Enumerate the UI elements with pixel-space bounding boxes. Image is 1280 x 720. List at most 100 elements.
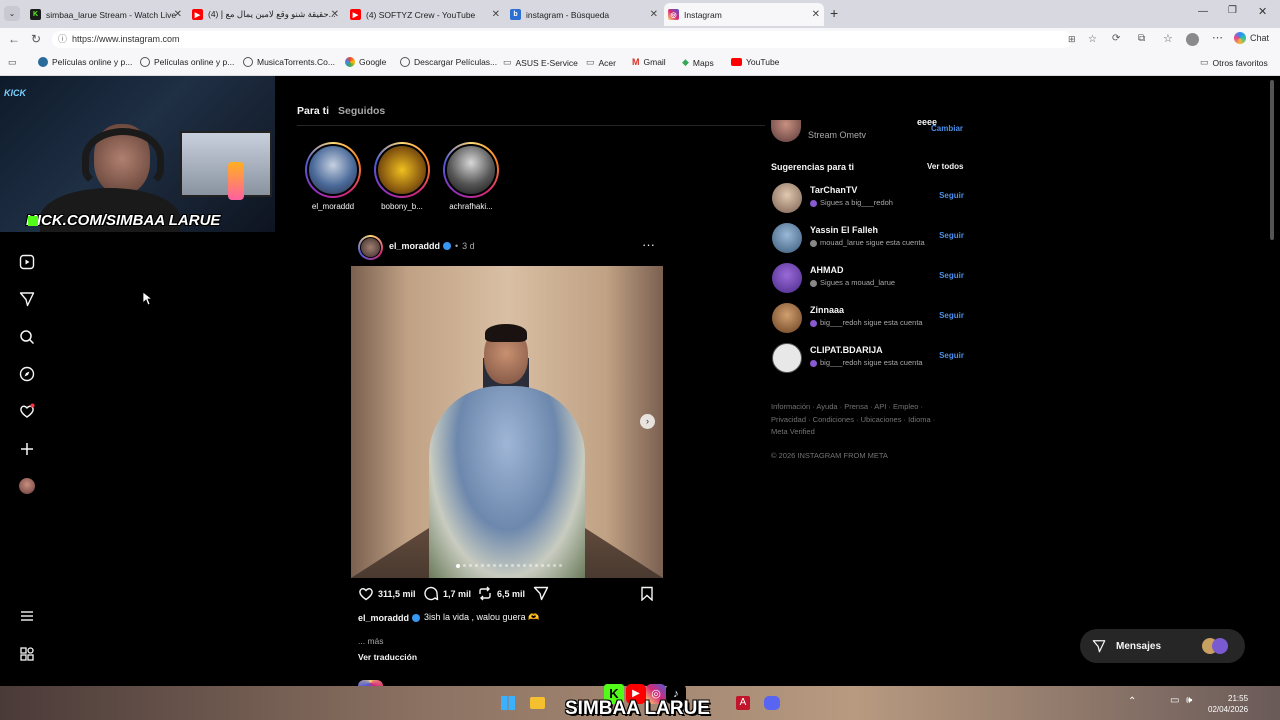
close-icon[interactable]: ✕ [812,9,820,20]
suggestion-name[interactable]: TarChanTV [810,185,857,195]
reels-icon[interactable] [19,254,35,270]
story-item[interactable]: achrafhaki... [441,142,501,211]
see-all-link[interactable]: Ver todos [927,162,963,171]
direct-icon[interactable] [19,291,35,307]
follow-button[interactable]: Seguir [939,351,964,360]
carousel-next-button[interactable]: › [640,414,655,429]
current-user-avatar[interactable] [771,120,801,142]
follow-button[interactable]: Seguir [939,191,964,200]
story-item[interactable]: el_moraddd [303,142,363,211]
extension-icon[interactable]: ⟳ [1112,33,1120,44]
close-window-button[interactable]: ✕ [1258,5,1267,18]
suggestion-name[interactable]: Yassin El Falleh [810,225,878,235]
file-explorer-icon[interactable] [530,697,545,709]
post-image[interactable] [351,266,663,578]
favorites-icon[interactable]: ☆ [1163,32,1173,45]
comment-button[interactable]: 1,7 mil [423,586,471,601]
new-tab-button[interactable]: + [830,5,838,21]
discord-icon[interactable] [764,696,780,710]
bookmark-icon-btn[interactable]: ▭ [8,57,17,68]
bookmark-item[interactable]: YouTube [731,57,779,67]
post-author-name[interactable]: el_moraddd • 3 d [389,241,475,251]
create-icon[interactable] [19,441,35,457]
close-icon[interactable]: ✕ [331,9,339,20]
more-icon[interactable]: ⋯ [1212,31,1223,44]
more-apps-icon[interactable] [19,646,35,662]
caption-username[interactable]: el_moraddd [358,613,409,623]
bookmark-item[interactable]: Películas online y p... [140,57,234,67]
tab-for-you[interactable]: Para ti [297,105,329,117]
tab-instagram[interactable]: ◎ Instagram ✕ [664,3,824,26]
info-icon[interactable]: ⓘ [58,31,67,48]
url-text: https://www.instagram.com [72,34,180,44]
save-button[interactable] [640,586,654,606]
footer-links-2[interactable]: Privacidad · Condiciones · Ubicaciones ·… [771,415,935,424]
tab-youtube-1[interactable]: ▶ (4) حقيقة شنو وقع لامين يمال مع إ... ✕ [188,3,343,26]
page-scrollbar[interactable] [1270,80,1274,240]
suggestion-avatar[interactable] [772,183,802,213]
maximize-button[interactable]: ❐ [1228,5,1237,16]
tab-bing-search[interactable]: b instagram - Búsqueda ✕ [506,3,662,26]
bookmark-item[interactable]: M Gmail [632,57,666,67]
translate-link[interactable]: Ver traducción [358,652,417,662]
search-icon[interactable] [19,329,35,345]
acrobat-icon[interactable]: A [736,696,750,710]
messages-button[interactable]: Mensajes [1080,629,1245,663]
close-icon[interactable]: ✕ [174,9,182,20]
suggestion-avatar[interactable] [772,263,802,293]
tab-kick[interactable]: K simbaa_larue Stream - Watch Live ✕ [26,3,186,26]
minimize-button[interactable]: — [1198,6,1208,17]
suggestion-avatar[interactable] [772,343,802,373]
refresh-icon[interactable]: ↻ [31,32,41,46]
bookmark-item[interactable]: Descargar Películas... [400,57,497,67]
profile-avatar[interactable] [19,478,35,494]
footer-links-3[interactable]: Meta Verified [771,427,815,436]
tab-following[interactable]: Seguidos [338,105,385,117]
more-link[interactable]: ... más [358,636,384,646]
footer-links-1[interactable]: Información · Ayuda · Prensa · API · Emp… [771,402,923,411]
switch-account-link[interactable]: Cambiar [931,124,963,133]
copyright: © 2026 INSTAGRAM FROM META [771,451,888,460]
apps-icon[interactable]: ⊞ [1068,31,1076,48]
windows-start-icon[interactable] [501,696,515,710]
menu-icon[interactable] [19,608,35,624]
share-button[interactable] [533,586,549,606]
repost-button[interactable]: 6,5 mil [477,586,525,601]
suggestion-avatar[interactable] [772,223,802,253]
follow-button[interactable]: Seguir [939,311,964,320]
close-icon[interactable]: ✕ [650,9,658,20]
follow-button[interactable]: Seguir [939,271,964,280]
clock[interactable]: 21:55 02/04/2026 [1208,693,1248,715]
tab-youtube-2[interactable]: ▶ (4) SOFTYZ Crew - YouTube ✕ [346,3,504,26]
suggestion-sub-text: mouad_larue sigue esta cuenta [820,238,925,247]
suggestion-name[interactable]: CLIPAT.BDARIJA [810,345,883,355]
close-icon[interactable]: ✕ [492,9,500,20]
explore-icon[interactable] [19,366,35,382]
post-options-icon[interactable]: ··· [642,237,655,252]
bookmark-item[interactable]: Google [345,57,386,67]
url-bar[interactable]: ⓘ https://www.instagram.com ⊞ ☆ [52,31,1097,48]
tab-actions-button[interactable]: ⌄ [4,6,20,21]
back-icon[interactable]: ← [8,32,20,46]
bookmark-item[interactable]: ▭ Acer [586,57,616,68]
other-favorites[interactable]: ▭ Otros favoritos [1200,57,1268,68]
volume-icon[interactable]: 🕪 [1186,695,1192,706]
tray-chevron-icon[interactable]: ⌃ [1128,696,1136,707]
bookmark-item[interactable]: MusicaTorrents.Co... [243,57,335,67]
like-button[interactable]: 311,5 mil [358,586,416,601]
suggestion-name[interactable]: Zinnaaa [810,305,844,315]
suggestion-name[interactable]: AHMAD [810,265,844,275]
avatar[interactable] [1186,33,1199,46]
bookmark-item[interactable]: ◆ Maps [682,57,714,68]
story-item[interactable]: bobony_b... [372,142,432,211]
bookmark-item[interactable]: ▭ ASUS E-Service [503,57,578,68]
post-author-avatar[interactable] [358,235,383,260]
notifications-heart-icon[interactable] [19,403,35,419]
suggestion-avatar[interactable] [772,303,802,333]
copilot-chat-button[interactable]: Chat [1234,32,1269,44]
star-icon[interactable]: ☆ [1088,31,1097,48]
network-icon[interactable]: ▭ [1170,695,1179,706]
bookmark-item[interactable]: Películas online y p... [38,57,132,67]
follow-button[interactable]: Seguir [939,231,964,240]
split-screen-icon[interactable]: ⧉ [1138,33,1145,44]
